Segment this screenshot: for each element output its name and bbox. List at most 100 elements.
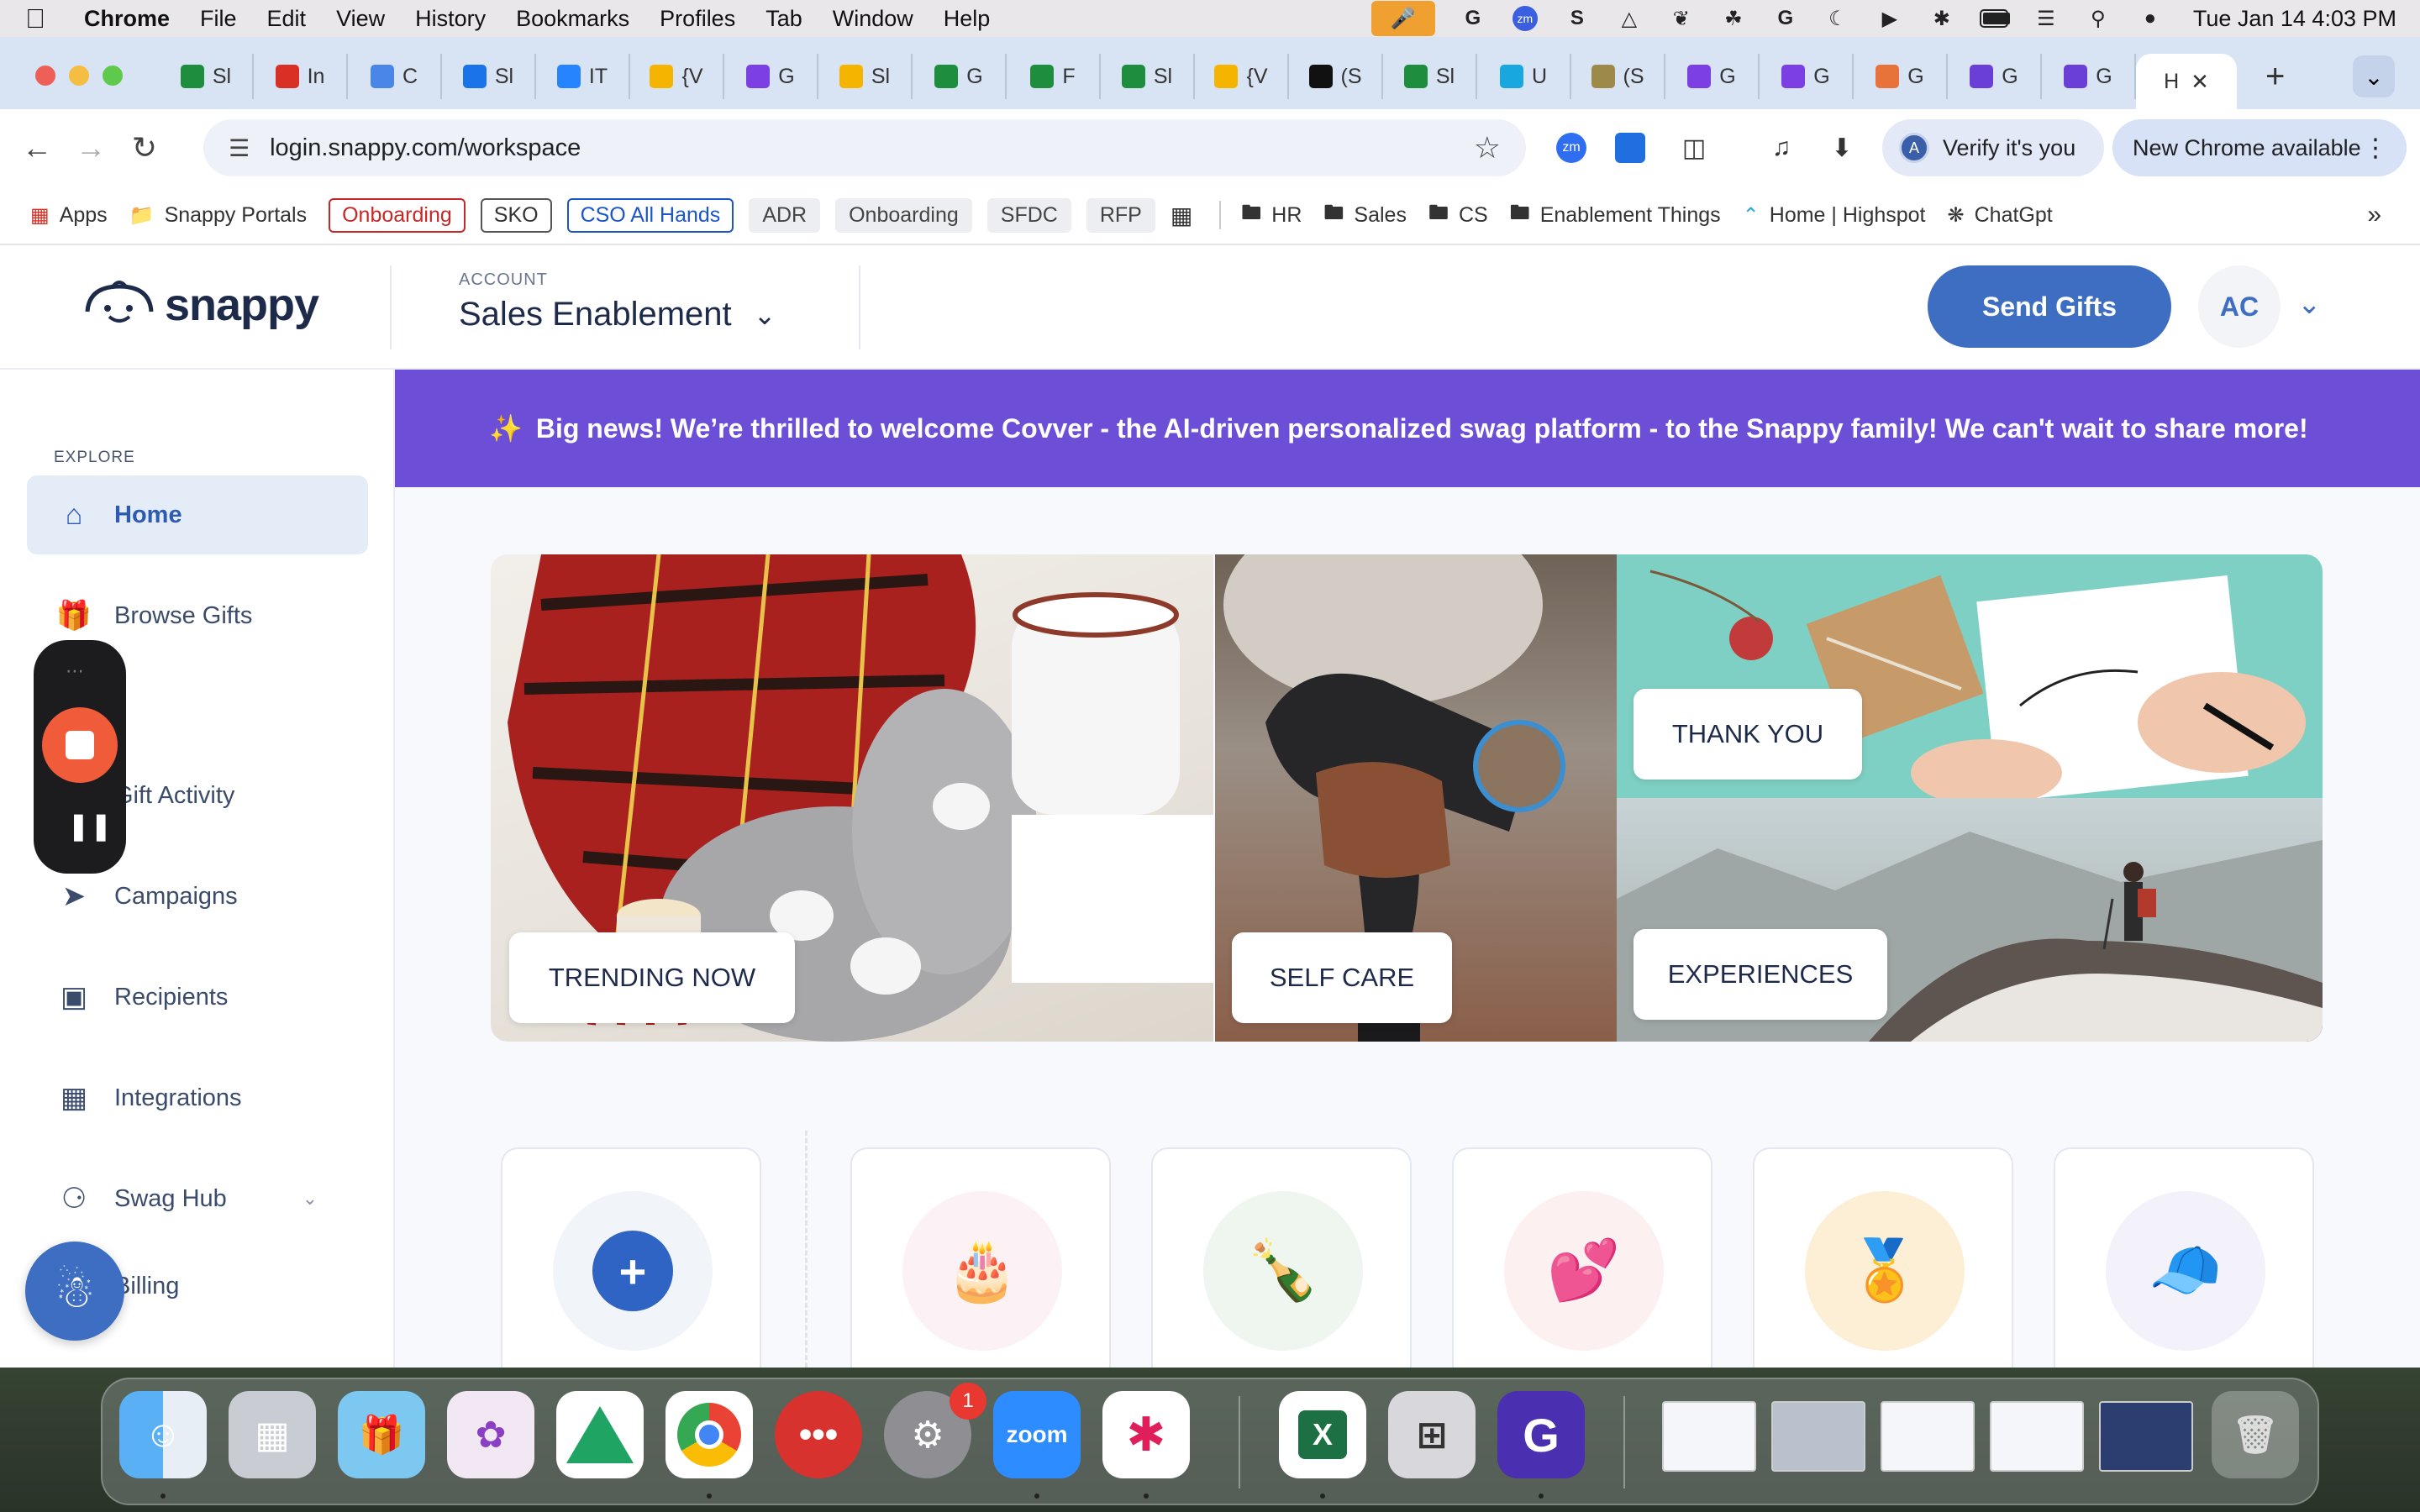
bookmark-folder-sales[interactable]: 🖿 Sales [1323, 198, 1407, 233]
stop-recording-button[interactable] [42, 707, 118, 783]
sidebar-item-swag-hub[interactable]: ⚆ Swag Hub ⌄ [27, 1159, 368, 1238]
site-settings-icon[interactable]: ☰ [229, 134, 250, 162]
launchpad-icon[interactable]: ▦ [229, 1391, 316, 1478]
browser-tab[interactable]: Sl [1101, 54, 1195, 99]
minimized-window-thumbnail[interactable] [1990, 1401, 2084, 1472]
browser-tab[interactable]: C [348, 54, 442, 99]
tab-search-chevron-icon[interactable]: ⌄ [2353, 55, 2395, 97]
bookmark-folder-enablement[interactable]: 🖿 Enablement Things [1510, 198, 1721, 233]
category-card-birthday[interactable]: 🎂 [850, 1147, 1111, 1368]
new-tab-plus-icon[interactable]: + [2265, 58, 2285, 96]
category-card-award[interactable]: 🏅 [1753, 1147, 2013, 1368]
bookmark-onboarding-red[interactable]: Onboarding [329, 197, 466, 233]
browser-tab[interactable]: IT [536, 54, 630, 99]
menu-tab[interactable]: Tab [765, 6, 802, 32]
zoom-menu-icon[interactable]: zm [1511, 6, 1539, 31]
bookmark-cso-all-hands[interactable]: CSO All Hands [566, 197, 734, 233]
bookmark-sfdc[interactable]: SFDC [986, 197, 1071, 233]
menu-file[interactable]: File [200, 6, 237, 32]
tile-trending-now[interactable]: TRENDING NOW [491, 554, 1213, 1042]
browser-tab[interactable]: G [1854, 54, 1948, 99]
bookmark-star-icon[interactable]: ☆ [1474, 130, 1501, 165]
menu-profiles[interactable]: Profiles [660, 6, 735, 32]
browser-tab[interactable]: (S [1571, 54, 1665, 99]
bookmark-grid-icon[interactable]: ▦ [1171, 202, 1192, 229]
minimized-window-thumbnail[interactable] [2099, 1401, 2193, 1472]
minimized-window-thumbnail[interactable] [1771, 1401, 1865, 1472]
account-selector[interactable]: Sales Enablement ⌄ [459, 296, 776, 333]
menu-bookmarks[interactable]: Bookmarks [516, 6, 629, 32]
extensions-puzzle-icon[interactable]: ◫ [1674, 128, 1714, 168]
slack-icon[interactable]: ✱ [1102, 1391, 1190, 1478]
browser-tab[interactable]: Sl [442, 54, 536, 99]
menu-window[interactable]: Window [833, 6, 913, 32]
bluetooth-icon[interactable]: ✱ [1928, 6, 1956, 31]
download-icon[interactable]: ⬇ [1822, 128, 1862, 168]
tile-self-care[interactable]: SELF CARE [1215, 554, 1617, 1042]
address-bar[interactable]: ☰ login.snappy.com/workspace ☆ [203, 119, 1526, 176]
category-card-celebration[interactable]: 🍾 [1151, 1147, 1412, 1368]
bookmark-chatgpt[interactable]: ❋ ChatGpt [1948, 203, 2053, 228]
control-center-icon[interactable]: ● [2136, 6, 2165, 31]
category-card-swag[interactable]: 🧢 [2054, 1147, 2314, 1368]
browser-tab[interactable]: Sl [818, 54, 913, 99]
bookmark-apps[interactable]: ▦ Apps [30, 203, 108, 228]
browser-tab[interactable]: Sl [1383, 54, 1477, 99]
menu-edit[interactable]: Edit [267, 6, 307, 32]
bookmark-folder-hr[interactable]: 🖿 HR [1241, 198, 1302, 233]
menu-help[interactable]: Help [944, 6, 991, 32]
verify-identity-chip[interactable]: A Verify it's you [1882, 119, 2104, 176]
grammarly-dock-icon[interactable]: G [1497, 1391, 1585, 1478]
browser-tab[interactable]: (S [1289, 54, 1383, 99]
arc-menu-icon[interactable]: △ [1615, 6, 1644, 31]
sidebar-item-integrations[interactable]: ▦ Integrations [27, 1058, 368, 1137]
recorder-dock-icon[interactable]: ••• [775, 1391, 862, 1478]
s-menu-icon[interactable]: S [1563, 6, 1591, 31]
window-minimize-button[interactable] [69, 66, 89, 86]
bookmark-snappy-portals[interactable]: 📁 Snappy Portals [129, 203, 307, 228]
browser-tab[interactable]: Sl [160, 54, 254, 99]
minimized-window-thumbnail[interactable] [1662, 1401, 1756, 1472]
close-tab-icon[interactable]: ✕ [2191, 69, 2209, 95]
chrome-menu-kebab-icon[interactable]: ⋮ [2363, 134, 2388, 163]
bookmark-onboarding[interactable]: Onboarding [835, 197, 972, 233]
category-card-appreciation[interactable]: 💕 [1452, 1147, 1712, 1368]
g-menu-icon[interactable]: G [1771, 6, 1800, 31]
lotus-app-icon[interactable]: ✿ [447, 1391, 534, 1478]
forward-arrow-icon[interactable]: → [66, 123, 116, 173]
zoom-extension-icon[interactable]: zm [1551, 128, 1591, 168]
tile-experiences[interactable]: EXPERIENCES [1617, 798, 2323, 1042]
menu-history[interactable]: History [415, 6, 486, 32]
moon-icon[interactable]: ☾ [1823, 6, 1852, 31]
create-campaign-card[interactable]: + [501, 1147, 761, 1368]
plant-menu-icon[interactable]: ☘ [1719, 6, 1748, 31]
gift-app-icon[interactable]: 🎁 [338, 1391, 425, 1478]
grammarly-menu-icon[interactable]: G [1459, 6, 1487, 31]
browser-tab[interactable]: G [1948, 54, 2042, 99]
browser-tab[interactable]: In [254, 54, 348, 99]
trello-extension-icon[interactable] [1610, 128, 1650, 168]
help-chat-button[interactable]: ☃ [25, 1242, 124, 1341]
play-circle-icon[interactable]: ▶ [1876, 6, 1904, 31]
media-controls-icon[interactable]: ♫ [1761, 128, 1802, 168]
user-menu-chevron-icon[interactable]: ⌄ [2297, 287, 2322, 321]
finder-icon[interactable]: ☺ [119, 1391, 207, 1478]
chrome-dock-icon[interactable] [666, 1391, 753, 1478]
bookmark-sko[interactable]: SKO [480, 197, 552, 233]
menubar-clock[interactable]: Tue Jan 14 4:03 PM [2193, 6, 2396, 32]
browser-tab[interactable]: {V [1195, 54, 1289, 99]
new-chrome-available-button[interactable]: New Chrome available ⋮ [2112, 119, 2407, 176]
butterfly-menu-icon[interactable]: ❦ [1667, 6, 1696, 31]
browser-tab[interactable]: G [1760, 54, 1854, 99]
window-close-button[interactable] [35, 66, 55, 86]
browser-tab[interactable]: U [1477, 54, 1571, 99]
browser-tab[interactable]: G [724, 54, 818, 99]
google-drive-icon[interactable] [556, 1391, 644, 1478]
bookmarks-overflow-icon[interactable]: » [2367, 201, 2381, 229]
bookmark-highspot[interactable]: ⌃ Home | Highspot [1743, 203, 1926, 228]
reload-icon[interactable]: ↻ [119, 123, 170, 173]
tile-thank-you[interactable]: THANK YOU [1617, 554, 2323, 798]
calculator-icon[interactable]: ⊞ [1388, 1391, 1476, 1478]
browser-tab-active[interactable]: H ✕ [2136, 54, 2237, 109]
wifi-icon[interactable]: ☰ [2032, 6, 2060, 31]
